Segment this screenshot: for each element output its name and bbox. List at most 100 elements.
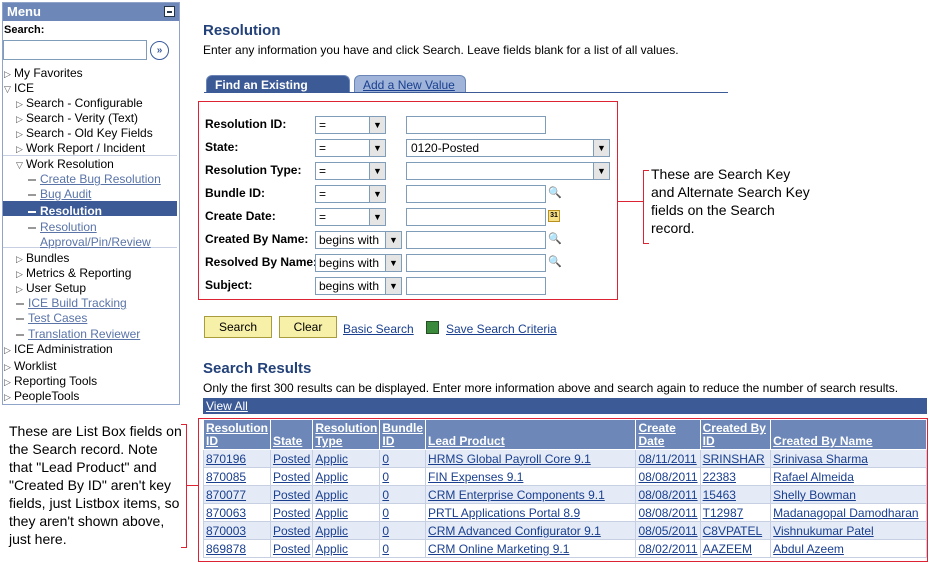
menu-item[interactable]: Resolution	[28, 220, 97, 234]
menu-item[interactable]: ▷ My Favorites	[4, 66, 83, 81]
criteria-value: 0120-Posted	[411, 141, 480, 155]
collapse-icon[interactable]	[164, 6, 175, 17]
caret-right-icon: ▷	[4, 345, 11, 355]
operator-value: =	[319, 164, 327, 178]
criteria-label: Resolved By Name:	[205, 255, 318, 269]
criteria-value-field[interactable]	[406, 185, 546, 203]
clear-button[interactable]: Clear	[279, 316, 337, 338]
menu-item-label: Translation Reviewer	[28, 327, 141, 341]
dropdown-arrow-icon[interactable]: ▼	[369, 117, 385, 133]
tab-add-new[interactable]: Add a New Value	[354, 75, 466, 93]
menu-header: Menu	[3, 3, 179, 21]
caret-right-icon: ▷	[16, 144, 23, 154]
dropdown-arrow-icon[interactable]: ▼	[385, 255, 401, 271]
criteria-label: Bundle ID:	[205, 186, 265, 200]
criteria-value-field[interactable]	[406, 208, 546, 226]
dropdown-arrow-icon[interactable]: ▼	[369, 186, 385, 202]
bullet-icon	[28, 226, 36, 229]
menu-item[interactable]: Translation Reviewer	[16, 327, 140, 341]
menu-item-label: Resolution	[40, 220, 97, 234]
menu-item[interactable]: Approval/Pin/Review	[40, 235, 151, 249]
menu-item[interactable]: ▷ Search - Configurable	[16, 96, 143, 111]
menu-item-label: ICE	[14, 81, 35, 95]
dropdown-arrow-icon[interactable]: ▼	[369, 163, 385, 179]
menu-item[interactable]: Bug Audit	[28, 187, 91, 201]
operator-select[interactable]: = ▼	[315, 116, 386, 134]
bullet-icon	[16, 317, 24, 320]
save-icon[interactable]	[426, 321, 439, 334]
menu-item[interactable]: ▷ PeopleTools	[4, 389, 79, 404]
menu-item-label: Resolution	[40, 204, 102, 218]
caret-right-icon: ▷	[4, 392, 11, 402]
search-button[interactable]: Search	[204, 316, 272, 338]
menu-item[interactable]: Resolution	[28, 204, 102, 218]
menu-search-label: Search:	[4, 24, 45, 36]
menu-item-label: Worklist	[14, 359, 57, 373]
operator-select[interactable]: = ▼	[315, 185, 386, 203]
operator-select[interactable]: begins with ▼	[315, 277, 402, 295]
operator-select[interactable]: = ▼	[315, 162, 386, 180]
caret-right-icon: ▷	[16, 269, 23, 279]
menu-item[interactable]: ▷ Bundles	[16, 251, 69, 266]
criteria-value-field[interactable]	[406, 254, 546, 272]
menu-search-input[interactable]	[3, 40, 147, 60]
criteria-label: Resolution Type:	[205, 163, 302, 177]
menu-item[interactable]: ▷ Worklist	[4, 359, 56, 374]
menu-item-label: Test Cases	[28, 311, 88, 325]
criteria-value-field[interactable]: 0120-Posted ▼	[406, 139, 610, 157]
lookup-icon[interactable]: 🔍	[548, 186, 562, 200]
operator-select[interactable]: begins with ▼	[315, 231, 402, 249]
menu-item[interactable]: ▷ Reporting Tools	[4, 374, 97, 389]
dropdown-arrow-icon[interactable]: ▼	[385, 278, 401, 294]
dropdown-arrow-icon[interactable]: ▼	[369, 140, 385, 156]
menu-item[interactable]: ▽ ICE	[4, 81, 34, 96]
basic-search-link[interactable]: Basic Search	[343, 322, 414, 336]
menu-item[interactable]: Test Cases	[16, 311, 87, 325]
operator-value: =	[319, 210, 327, 224]
tab-find-existing[interactable]: Find an Existing Value	[206, 75, 350, 106]
criteria-value-field[interactable]	[406, 277, 546, 295]
menu-item[interactable]: Create Bug Resolution	[28, 172, 161, 186]
menu-item-label: Bug Audit	[40, 187, 92, 201]
operator-select[interactable]: = ▼	[315, 139, 386, 157]
menu-item[interactable]: ▷ Work Report / Incident	[16, 141, 145, 156]
results-instructions: Only the first 300 results can be displa…	[203, 381, 899, 395]
calendar-icon[interactable]: 31	[548, 210, 560, 222]
criteria-value-field[interactable]	[406, 116, 546, 134]
dropdown-arrow-icon[interactable]: ▼	[593, 140, 609, 156]
annotation-search-keys: These are Search Key and Alternate Searc…	[651, 166, 810, 236]
criteria-value-field[interactable]	[406, 231, 546, 249]
menu-title: Menu	[7, 4, 41, 19]
operator-value: begins with	[319, 233, 380, 247]
lookup-icon[interactable]: 🔍	[548, 255, 562, 269]
operator-value: =	[319, 141, 327, 155]
menu-item[interactable]: ▷ ICE Administration	[4, 342, 113, 357]
operator-select[interactable]: = ▼	[315, 208, 386, 226]
menu-item[interactable]: ▷ Search - Verity (Text)	[16, 111, 138, 126]
menu-item-label: Search - Old Key Fields	[26, 126, 153, 140]
search-go-icon[interactable]: »	[150, 41, 169, 60]
menu-item[interactable]: ▷ Search - Old Key Fields	[16, 126, 153, 141]
lookup-icon[interactable]: 🔍	[548, 232, 562, 246]
bullet-icon	[16, 302, 24, 305]
operator-select[interactable]: begins with ▼	[315, 254, 402, 272]
dropdown-arrow-icon[interactable]: ▼	[385, 232, 401, 248]
criteria-value-field[interactable]: ▼	[406, 162, 610, 180]
caret-right-icon: ▷	[16, 254, 23, 264]
menu-item[interactable]: ▽ Work Resolution	[16, 157, 114, 172]
menu-item-label: PeopleTools	[14, 389, 80, 403]
dropdown-arrow-icon[interactable]: ▼	[369, 209, 385, 225]
results-title: Search Results	[203, 360, 312, 377]
menu-item[interactable]: ▷ User Setup	[16, 281, 86, 296]
view-all-link[interactable]: View All	[206, 399, 248, 413]
menu-item-label: Bundles	[26, 251, 70, 265]
dropdown-arrow-icon[interactable]: ▼	[593, 163, 609, 179]
bullet-icon	[28, 193, 36, 196]
caret-right-icon: ▷	[16, 99, 23, 109]
menu-item[interactable]: ▷ Metrics & Reporting	[16, 266, 131, 281]
annotation-list-box-fields: These are List Box fields on the Search …	[9, 423, 182, 547]
menu-item-label: Reporting Tools	[14, 374, 98, 388]
save-search-criteria-link[interactable]: Save Search Criteria	[446, 322, 557, 336]
menu-item[interactable]: ICE Build Tracking	[16, 296, 127, 310]
criteria-label: Created By Name:	[205, 232, 309, 246]
